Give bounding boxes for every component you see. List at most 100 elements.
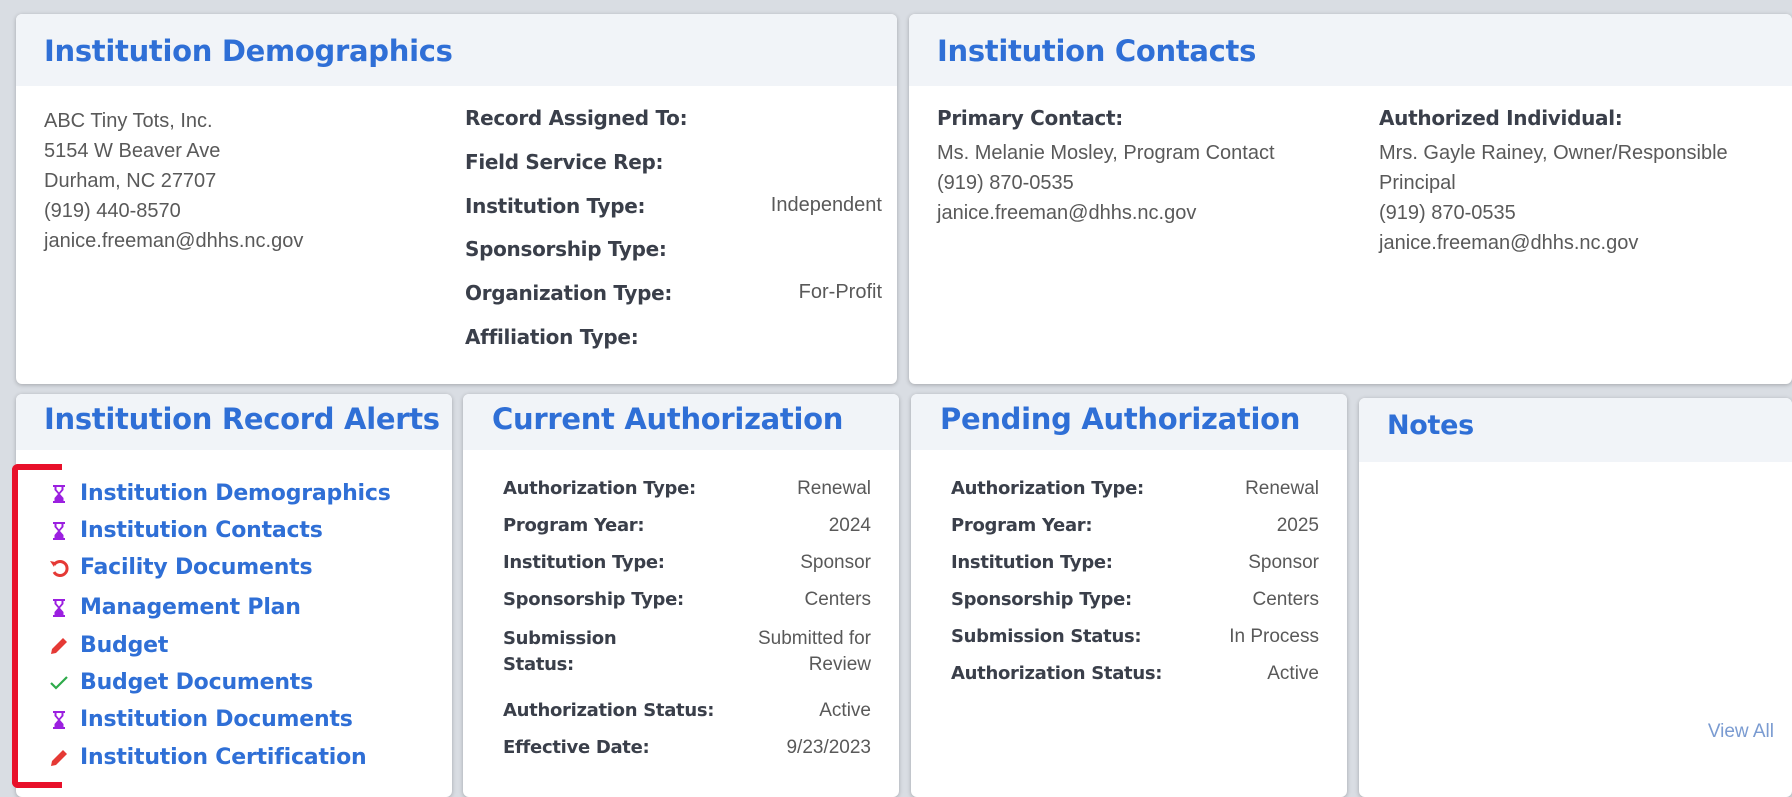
authorized-individual-email: janice.freeman@dhhs.nc.gov <box>1379 232 1639 254</box>
auth-value: Review <box>808 654 871 675</box>
auth-label: Authorization Type: <box>951 478 1144 499</box>
auth-label: Submission <box>503 628 617 649</box>
pending-authorization-rows: Authorization Type: Renewal Program Year:… <box>951 478 1319 698</box>
auth-row: Submission Status: In Process <box>951 626 1319 648</box>
demographics-fields: Record Assigned To: Field Service Rep: I… <box>465 106 882 366</box>
auth-label-wrapped: Submission Status: <box>503 626 617 678</box>
alert-link-management-plan[interactable]: Management Plan <box>48 595 301 620</box>
panel-header: Institution Contacts <box>909 14 1792 86</box>
primary-contact-phone: (919) 870-0535 <box>937 172 1074 194</box>
alert-link-institution-documents[interactable]: Institution Documents <box>48 707 353 732</box>
auth-row: Submission Status: Submitted for Review <box>503 626 871 678</box>
address-block: ABC Tiny Tots, Inc. 5154 W Beaver Ave Du… <box>44 106 303 256</box>
hourglass-icon <box>48 483 70 505</box>
auth-value: Centers <box>1252 589 1319 610</box>
auth-value: 9/23/2023 <box>786 737 871 758</box>
primary-contact: Primary Contact: Ms. Melanie Mosley, Pro… <box>937 106 1275 228</box>
panel-header: Pending Authorization <box>911 394 1347 450</box>
auth-row: Sponsorship Type: Centers <box>951 589 1319 611</box>
primary-contact-email: janice.freeman@dhhs.nc.gov <box>937 202 1197 224</box>
authorized-individual-phone: (919) 870-0535 <box>1379 202 1516 224</box>
phone: (919) 440-8570 <box>44 200 181 222</box>
panel-header: Institution Demographics <box>16 14 897 86</box>
auth-label: Status: <box>503 654 574 675</box>
pending-authorization-panel: Pending Authorization Authorization Type… <box>911 394 1347 797</box>
auth-label: Institution Type: <box>951 552 1113 573</box>
auth-value: 2025 <box>1276 515 1319 536</box>
auth-label: Institution Type: <box>503 552 665 573</box>
panel-title: Pending Authorization <box>940 402 1301 436</box>
institution-contacts-panel: Institution Contacts Primary Contact: Ms… <box>909 14 1792 384</box>
alert-link-facility-documents[interactable]: Facility Documents <box>48 555 313 580</box>
alert-link-institution-contacts[interactable]: Institution Contacts <box>48 518 323 543</box>
auth-label: Sponsorship Type: <box>503 589 684 610</box>
institution-demographics-panel: Institution Demographics ABC Tiny Tots, … <box>16 14 897 384</box>
hourglass-icon <box>48 709 70 731</box>
panel-title: Notes <box>1387 410 1474 441</box>
alert-link-label: Budget Documents <box>80 670 314 695</box>
field-row: Organization Type: For-Profit <box>465 281 882 305</box>
auth-row: Authorization Status: Active <box>951 663 1319 685</box>
auth-value: 2024 <box>828 515 871 536</box>
primary-contact-name: Ms. Melanie Mosley, Program Contact <box>937 142 1275 164</box>
pencil-icon <box>48 747 70 769</box>
view-all-link[interactable]: View All <box>1708 721 1774 743</box>
alert-bracket <box>12 464 62 788</box>
auth-label: Authorization Type: <box>503 478 696 499</box>
alert-link-label: Facility Documents <box>80 555 313 580</box>
auth-label: Authorization Status: <box>503 700 715 721</box>
hourglass-icon <box>48 520 70 542</box>
alert-link-budget[interactable]: Budget <box>48 633 168 658</box>
field-label: Organization Type: <box>465 281 673 305</box>
alert-link-institution-demographics[interactable]: Institution Demographics <box>48 481 391 506</box>
field-value: For-Profit <box>798 281 882 303</box>
alert-link-label: Institution Certification <box>80 745 367 770</box>
alert-link-budget-documents[interactable]: Budget Documents <box>48 670 313 695</box>
alert-link-label: Institution Contacts <box>80 518 323 543</box>
field-label: Field Service Rep: <box>465 150 664 174</box>
auth-value: Renewal <box>1245 478 1319 499</box>
panel-header: Institution Record Alerts <box>16 394 452 450</box>
auth-row: Authorization Type: Renewal <box>503 478 871 500</box>
auth-value: Sponsor <box>800 552 871 573</box>
auth-label: Program Year: <box>503 515 645 536</box>
check-icon <box>48 672 70 694</box>
institution-name: ABC Tiny Tots, Inc. <box>44 110 213 132</box>
field-label: Record Assigned To: <box>465 106 688 130</box>
auth-row: Program Year: 2024 <box>503 515 871 537</box>
auth-label: Program Year: <box>951 515 1093 536</box>
auth-value: Active <box>1267 663 1319 684</box>
field-row: Institution Type: Independent <box>465 194 882 218</box>
auth-row: Institution Type: Sponsor <box>503 552 871 574</box>
field-label: Institution Type: <box>465 194 646 218</box>
current-authorization-rows: Authorization Type: Renewal Program Year:… <box>503 478 871 778</box>
alert-link-label: Institution Demographics <box>80 481 391 506</box>
auth-row: Effective Date: 9/23/2023 <box>503 737 871 759</box>
authorized-individual-label: Authorized Individual: <box>1379 106 1623 130</box>
email: janice.freeman@dhhs.nc.gov <box>44 230 304 252</box>
field-row: Record Assigned To: <box>465 106 882 130</box>
auth-value: Sponsor <box>1248 552 1319 573</box>
auth-label: Submission Status: <box>951 626 1142 647</box>
field-label: Sponsorship Type: <box>465 237 667 261</box>
authorized-individual: Authorized Individual: Mrs. Gayle Rainey… <box>1379 106 1728 258</box>
alert-link-institution-certification[interactable]: Institution Certification <box>48 745 367 770</box>
auth-label: Authorization Status: <box>951 663 1163 684</box>
alert-link-label: Budget <box>80 633 169 658</box>
auth-value-wrapped: Submitted for Review <box>758 626 871 678</box>
auth-value: Centers <box>804 589 871 610</box>
auth-label: Effective Date: <box>503 737 650 758</box>
panel-header: Notes <box>1359 398 1792 462</box>
auth-row: Institution Type: Sponsor <box>951 552 1319 574</box>
auth-value: Active <box>819 700 871 721</box>
panel-title: Institution Contacts <box>937 34 1257 68</box>
auth-label: Sponsorship Type: <box>951 589 1132 610</box>
current-authorization-panel: Current Authorization Authorization Type… <box>463 394 899 797</box>
undo-icon <box>48 557 70 579</box>
panel-title: Institution Record Alerts <box>44 402 440 436</box>
primary-contact-label: Primary Contact: <box>937 106 1123 130</box>
alert-link-label: Institution Documents <box>80 707 353 732</box>
auth-value: In Process <box>1229 626 1319 647</box>
street-address: 5154 W Beaver Ave <box>44 140 221 162</box>
auth-value: Renewal <box>797 478 871 499</box>
